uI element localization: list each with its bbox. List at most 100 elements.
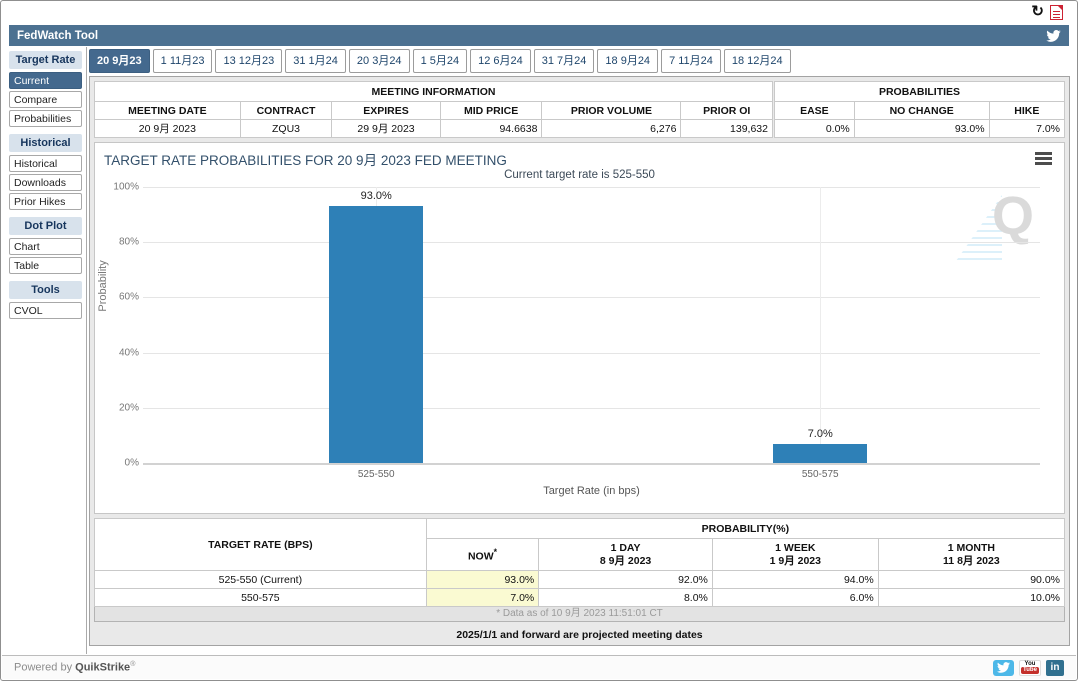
sidebar-item-prior-hikes[interactable]: Prior Hikes	[9, 193, 82, 210]
bar-525-550	[329, 206, 424, 463]
now-cell: 7.0%	[425, 588, 540, 607]
month-cell: 10.0%	[877, 588, 1066, 607]
now-cell: 93.0%	[425, 570, 540, 589]
tab-meeting-6[interactable]: 12 6月24	[470, 49, 531, 73]
sidebar-item-current[interactable]: Current	[9, 72, 82, 89]
sidebar-header-target-rate: Target Rate	[9, 51, 82, 69]
ytick-40: 40%	[118, 347, 139, 359]
prior-volume-value: 6,276	[541, 119, 682, 138]
fedwatch-page: ↻ FedWatch Tool Target Rate Current Comp…	[0, 0, 1078, 681]
sidebar-item-probabilities[interactable]: Probabilities	[9, 110, 82, 127]
target-rate-bps-header: TARGET RATE (BPS)	[94, 518, 427, 571]
rate-cell: 525-550 (Current)	[94, 570, 427, 589]
probabilities-table: PROBABILITIES EASE NO CHANGE HIKE 0.0% 9…	[774, 81, 1066, 138]
chart-subtitle: Current target rate is 525-550	[504, 169, 655, 181]
twitter-icon[interactable]	[1046, 29, 1061, 42]
contract-value: ZQU3	[239, 119, 333, 138]
week-cell: 94.0%	[711, 570, 879, 589]
sidebar-item-historical[interactable]: Historical	[9, 155, 82, 172]
app-title: FedWatch Tool	[17, 29, 99, 42]
powered-by: Powered by QuikStrike®	[14, 661, 136, 674]
table-row-525-550: 525-550 (Current) 93.0% 92.0% 94.0% 90.0…	[94, 570, 1066, 589]
tab-meeting-3[interactable]: 31 1月24	[285, 49, 346, 73]
bar-550-575	[773, 443, 868, 463]
xtick-550-575: 550-575	[801, 469, 839, 480]
tab-meeting-0[interactable]: 20 9月23	[89, 49, 150, 73]
sidebar-header-tools: Tools	[9, 281, 82, 299]
col-meeting-date: MEETING DATE	[94, 101, 241, 120]
probability-pct-header: PROBABILITY(%)	[425, 518, 1066, 539]
col-now: NOW*	[425, 538, 540, 571]
hike-value: 7.0%	[988, 119, 1066, 138]
sidebar-header-historical: Historical	[9, 134, 82, 152]
sidebar-item-chart[interactable]: Chart	[9, 238, 82, 255]
tab-meeting-4[interactable]: 20 3月24	[348, 49, 410, 73]
week-cell: 6.0%	[711, 588, 879, 607]
main-panel: MEETING INFORMATION MEETING DATE CONTRAC…	[89, 76, 1070, 646]
app-header: FedWatch Tool	[9, 25, 1069, 46]
sidebar-item-compare[interactable]: Compare	[9, 91, 82, 108]
meeting-tabbar: 20 9月23 1 11月23 13 12月23 31 1月24 20 3月24…	[89, 49, 1067, 73]
chart-plot-area: 100% 80% 60% 40% 20% 0% Probability 93.0…	[97, 182, 1040, 497]
tab-meeting-1[interactable]: 1 11月23	[152, 49, 213, 73]
col-prior-volume: PRIOR VOLUME	[541, 101, 682, 120]
col-prior-oi: PRIOR OI	[680, 101, 773, 120]
tab-meeting-2[interactable]: 13 12月23	[215, 49, 283, 73]
top-controls: ↻	[1031, 4, 1063, 20]
chart-menu-icon[interactable]	[1035, 152, 1052, 167]
sidebar-item-downloads[interactable]: Downloads	[9, 174, 82, 191]
bar-label-550-575: 7.0%	[807, 427, 833, 440]
ytick-20: 20%	[118, 402, 139, 414]
expires-value: 29 9月 2023	[331, 119, 441, 138]
meeting-information-table: MEETING INFORMATION MEETING DATE CONTRAC…	[94, 81, 773, 138]
rate-cell: 550-575	[94, 588, 427, 607]
footer-bar: Powered by QuikStrike® You Tube in	[2, 655, 1076, 679]
col-expires: EXPIRES	[331, 101, 441, 120]
sidebar-header-dot-plot: Dot Plot	[9, 217, 82, 235]
refresh-icon[interactable]: ↻	[1031, 4, 1044, 20]
col-1-week: 1 WEEK 1 9月 2023	[711, 538, 879, 571]
tab-meeting-10[interactable]: 18 12月24	[723, 49, 791, 73]
linkedin-icon[interactable]: in	[1046, 659, 1064, 676]
sidebar-item-cvol[interactable]: CVOL	[9, 302, 82, 319]
tab-meeting-9[interactable]: 7 11月24	[661, 49, 721, 73]
sidebar-item-table[interactable]: Table	[9, 257, 82, 274]
sidebar: Target Rate Current Compare Probabilitie…	[9, 47, 87, 654]
y-axis-label: Probability	[97, 260, 109, 312]
month-cell: 90.0%	[877, 570, 1066, 589]
ytick-100: 100%	[113, 181, 139, 193]
xtick-525-550: 525-550	[357, 469, 395, 480]
tab-meeting-7[interactable]: 31 7月24	[533, 49, 595, 73]
ease-value: 0.0%	[774, 119, 855, 138]
no-change-value: 93.0%	[853, 119, 990, 138]
mid-price-value: 94.6638	[439, 119, 543, 138]
day-cell: 92.0%	[538, 570, 713, 589]
col-ease: EASE	[774, 101, 855, 120]
info-row: MEETING INFORMATION MEETING DATE CONTRAC…	[94, 81, 1066, 138]
col-hike: HIKE	[988, 101, 1066, 120]
meeting-date-value: 20 9月 2023	[94, 119, 241, 138]
chart-title: TARGET RATE PROBABILITIES FOR 20 9月 2023…	[104, 153, 507, 168]
col-contract: CONTRACT	[239, 101, 333, 120]
col-1-month: 1 MONTH 11 8月 2023	[877, 538, 1066, 571]
ytick-80: 80%	[118, 236, 139, 248]
pdf-export-icon[interactable]	[1050, 4, 1063, 20]
table-row-550-575: 550-575 7.0% 8.0% 6.0% 10.0%	[94, 588, 1066, 607]
prior-oi-value: 139,632	[680, 119, 773, 138]
bar-label-525-550: 93.0%	[360, 190, 392, 203]
twitter-footer-icon[interactable]	[993, 659, 1014, 676]
projection-note: 2025/1/1 and forward are projected meeti…	[456, 629, 703, 641]
tab-meeting-5[interactable]: 1 5月24	[412, 49, 468, 73]
probability-history-table: TARGET RATE (BPS) PROBABILITY(%) NOW* 1 …	[94, 518, 1066, 607]
meeting-info-title: MEETING INFORMATION	[94, 81, 773, 102]
col-mid-price: MID PRICE	[439, 101, 543, 120]
youtube-icon[interactable]: You Tube	[1019, 659, 1041, 676]
ytick-0: 0%	[124, 457, 139, 469]
tab-meeting-8[interactable]: 18 9月24	[597, 49, 659, 73]
day-cell: 8.0%	[538, 588, 713, 607]
data-as-of-footnote: * Data as of 10 9月 2023 11:51:01 CT	[94, 607, 1065, 622]
col-1-day: 1 DAY 8 9月 2023	[538, 538, 713, 571]
x-axis-label: Target Rate (in bps)	[543, 485, 640, 497]
col-no-change: NO CHANGE	[853, 101, 990, 120]
probability-chart: TARGET RATE PROBABILITIES FOR 20 9月 2023…	[94, 142, 1065, 514]
